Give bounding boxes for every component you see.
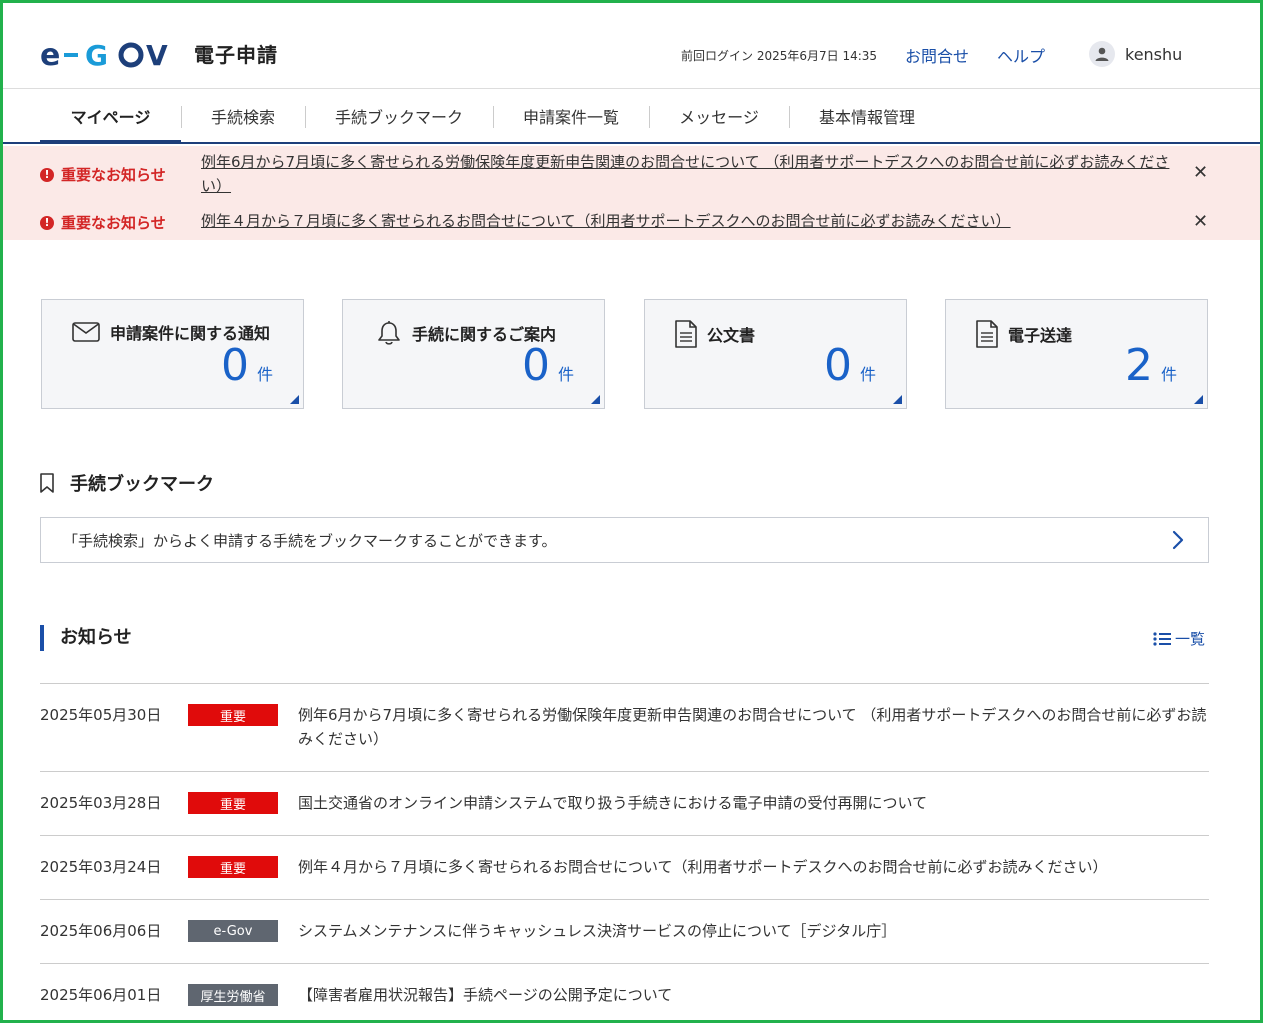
alert-label-text: 重要なお知らせ: [61, 214, 166, 232]
alert-label: ! 重要なお知らせ: [40, 212, 166, 233]
user-icon: [1089, 41, 1115, 67]
important-notice-banner: ! 重要なお知らせ 例年6月から7月頃に多く寄せられる労働保険年度更新申告関連の…: [3, 146, 1260, 240]
card-title: 公文書: [707, 326, 756, 345]
news-text: 国土交通省のオンライン申請システムで取り扱う手続きにおける電子申請の受付再開につ…: [298, 794, 928, 812]
last-login: 前回ログイン 2025年6月7日 14:35: [681, 49, 878, 63]
news-tag: e-Gov: [188, 920, 278, 942]
news-text: システムメンテナンスに伴うキャッシュレス決済サービスの停止について［デジタル庁］: [298, 922, 897, 940]
nav-tab-messages[interactable]: メッセージ: [649, 89, 789, 142]
news-item[interactable]: 2025年03月28日 重要 国土交通省のオンライン申請システムで取り扱う手続き…: [40, 771, 1209, 835]
news-list: 2025年05月30日 重要 例年6月から7月頃に多く寄せられる労働保険年度更新…: [40, 683, 1209, 1020]
list-icon: [1153, 631, 1171, 646]
bell-icon: [376, 320, 402, 346]
card-electronic-delivery[interactable]: 電子送達 2 件: [945, 299, 1208, 409]
svg-text:G: G: [85, 40, 111, 68]
header: e G V 電子申請 前回ログイン 2025年6月7日 14:35 お問合せ ヘ…: [3, 3, 1260, 89]
user-name: kenshu: [1125, 44, 1183, 64]
help-link[interactable]: ヘルプ: [997, 43, 1045, 67]
bookmark-hint-link[interactable]: 「手続検索」からよく申請する手続をブックマークすることができます。: [40, 517, 1209, 563]
bookmark-icon: [40, 473, 54, 493]
nav-tab-mypage[interactable]: マイページ: [40, 89, 181, 144]
exclamation-icon: !: [40, 167, 54, 182]
contact-link[interactable]: お問合せ: [905, 43, 969, 67]
close-icon[interactable]: ✕: [1193, 211, 1208, 232]
news-item[interactable]: 2025年06月06日 e-Gov システムメンテナンスに伴うキャッシュレス決済…: [40, 899, 1209, 963]
user-menu[interactable]: kenshu: [1089, 41, 1182, 67]
card-official-documents[interactable]: 公文書 0 件: [644, 299, 907, 409]
news-date: 2025年05月30日: [40, 706, 162, 724]
exclamation-icon: !: [40, 215, 54, 230]
news-text: 【障害者雇用状況報告】手続ページの公開予定について: [298, 986, 673, 1004]
news-text: 例年４月から７月頃に多く寄せられるお問合せについて（利用者サポートデスクへのお問…: [298, 858, 1108, 876]
news-tag: 重要: [188, 856, 278, 878]
card-count: 2 件: [1124, 340, 1177, 391]
alert-link[interactable]: 例年４月から７月頃に多く寄せられるお問合せについて（利用者サポートデスクへのお問…: [201, 209, 1191, 233]
news-item[interactable]: 2025年03月24日 重要 例年４月から７月頃に多く寄せられるお問合せについて…: [40, 835, 1209, 899]
nav-tab-application-list[interactable]: 申請案件一覧: [493, 89, 649, 142]
document-icon: [675, 320, 697, 348]
news-tag: 重要: [188, 792, 278, 814]
close-icon[interactable]: ✕: [1193, 162, 1208, 183]
main-nav: マイページ 手続検索 手続ブックマーク 申請案件一覧 メッセージ 基本情報管理: [3, 89, 1260, 144]
corner-arrow-icon: [591, 395, 600, 404]
news-item[interactable]: 2025年05月30日 重要 例年6月から7月頃に多く寄せられる労働保険年度更新…: [40, 683, 1209, 771]
bookmark-title-text: 手続ブックマーク: [70, 474, 214, 495]
news-item[interactable]: 2025年06月01日 厚生労働省 【障害者雇用状況報告】手続ページの公開予定に…: [40, 963, 1209, 1020]
bookmark-hint-text: 「手続検索」からよく申請する手続をブックマークすることができます。: [63, 531, 557, 550]
news-date: 2025年03月24日: [40, 858, 162, 876]
card-application-notifications[interactable]: 申請案件に関する通知 0 件: [41, 299, 304, 409]
corner-arrow-icon: [1194, 395, 1203, 404]
card-count: 0 件: [220, 340, 273, 391]
card-title: 電子送達: [1008, 326, 1073, 345]
news-date: 2025年03月28日: [40, 794, 162, 812]
news-view-all-text: 一覧: [1175, 630, 1206, 648]
news-date: 2025年06月01日: [40, 986, 162, 1004]
news-date: 2025年06月06日: [40, 922, 162, 940]
envelope-icon: [72, 322, 100, 342]
nav-tab-basic-info[interactable]: 基本情報管理: [789, 89, 945, 142]
card-count: 0 件: [521, 340, 574, 391]
news-tag: 重要: [188, 704, 278, 726]
card-count: 0 件: [823, 340, 876, 391]
card-procedure-guidance[interactable]: 手続に関するご案内 0 件: [342, 299, 605, 409]
news-section-title: お知らせ: [40, 625, 132, 651]
svg-text:V: V: [146, 40, 168, 68]
news-text: 例年6月から7月頃に多く寄せられる労働保険年度更新申告関連のお問合せについて （…: [298, 706, 1207, 748]
corner-arrow-icon: [290, 395, 299, 404]
svg-text:e: e: [40, 40, 60, 68]
alert-link[interactable]: 例年6月から7月頃に多く寄せられる労働保険年度更新申告関連のお問合せについて （…: [201, 150, 1191, 198]
alert-label: ! 重要なお知らせ: [40, 164, 166, 185]
egov-logo[interactable]: e G V 電子申請: [40, 39, 278, 68]
news-view-all-link[interactable]: 一覧: [1153, 628, 1205, 649]
nav-tab-bookmark[interactable]: 手続ブックマーク: [305, 89, 493, 142]
alert-label-text: 重要なお知らせ: [61, 166, 166, 184]
site-subtitle: 電子申請: [194, 43, 278, 67]
egov-logo-mark: e G V: [40, 40, 168, 68]
news-tag: 厚生労働省: [188, 984, 278, 1006]
page-frame: e G V 電子申請 前回ログイン 2025年6月7日 14:35 お問合せ ヘ…: [0, 0, 1263, 1023]
corner-arrow-icon: [893, 395, 902, 404]
nav-tab-procedure-search[interactable]: 手続検索: [181, 89, 305, 142]
bookmark-section-title: 手続ブックマーク: [40, 470, 214, 496]
document-icon: [976, 320, 998, 348]
chevron-right-icon: [1172, 530, 1184, 554]
